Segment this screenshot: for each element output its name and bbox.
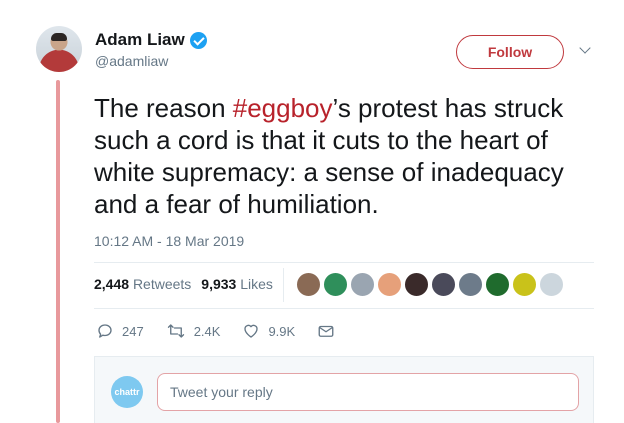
tweet-stats: 2,448 Retweets 9,933 Likes xyxy=(94,276,273,292)
divider xyxy=(94,262,594,263)
liker-avatar[interactable] xyxy=(458,272,483,297)
author-avatar[interactable] xyxy=(36,26,82,72)
stats-separator xyxy=(283,268,284,302)
reply-composer: chattr xyxy=(94,356,594,423)
reply-action[interactable]: 247 xyxy=(96,322,144,340)
retweet-count: 2.4K xyxy=(193,323,221,339)
liker-avatar[interactable] xyxy=(350,272,375,297)
retweets-count: 2,448 xyxy=(94,276,130,292)
envelope-icon xyxy=(318,325,334,337)
like-count: 9.9K xyxy=(268,323,296,339)
hashtag-link[interactable]: #eggboy xyxy=(233,93,333,123)
liker-avatar[interactable] xyxy=(539,272,564,297)
reply-icon xyxy=(98,324,112,338)
retweet-icon xyxy=(167,324,184,338)
liker-avatar[interactable] xyxy=(404,272,429,297)
author-name-row[interactable]: Adam Liaw xyxy=(95,30,207,50)
message-action[interactable] xyxy=(317,322,335,340)
liker-avatar[interactable] xyxy=(323,272,348,297)
liker-avatar[interactable] xyxy=(485,272,510,297)
liker-avatars[interactable] xyxy=(296,272,564,297)
likes-stat[interactable]: 9,933 Likes xyxy=(201,276,273,292)
verified-badge-icon xyxy=(189,31,207,49)
retweets-stat[interactable]: 2,448 Retweets xyxy=(94,276,191,292)
tweet-text: The reason #eggboy’s protest has struck … xyxy=(94,92,614,220)
liker-avatar[interactable] xyxy=(431,272,456,297)
likes-count: 9,933 xyxy=(201,276,237,292)
liker-avatar[interactable] xyxy=(377,272,402,297)
tweet-timestamp[interactable]: 10:12 AM - 18 Mar 2019 xyxy=(94,233,244,249)
heart-icon xyxy=(244,324,259,338)
reply-count: 247 xyxy=(122,323,144,339)
retweet-action[interactable]: 2.4K xyxy=(166,322,221,340)
reply-avatar: chattr xyxy=(111,376,143,408)
author-name[interactable]: Adam Liaw xyxy=(95,30,185,50)
tweet-text-before: The reason xyxy=(94,93,233,123)
retweets-label: Retweets xyxy=(132,276,192,292)
like-action[interactable]: 9.9K xyxy=(242,322,295,340)
thread-line xyxy=(56,80,60,423)
reply-input[interactable] xyxy=(157,373,579,411)
follow-button[interactable]: Follow xyxy=(456,35,564,69)
divider xyxy=(94,308,594,309)
author-handle[interactable]: @adamliaw xyxy=(95,53,168,69)
chevron-down-icon[interactable] xyxy=(579,42,591,54)
avatar-hair xyxy=(51,33,67,41)
likes-label: Likes xyxy=(240,276,273,292)
tweet-actions: 247 2.4K 9.9K xyxy=(96,322,357,340)
liker-avatar[interactable] xyxy=(512,272,537,297)
liker-avatar[interactable] xyxy=(296,272,321,297)
